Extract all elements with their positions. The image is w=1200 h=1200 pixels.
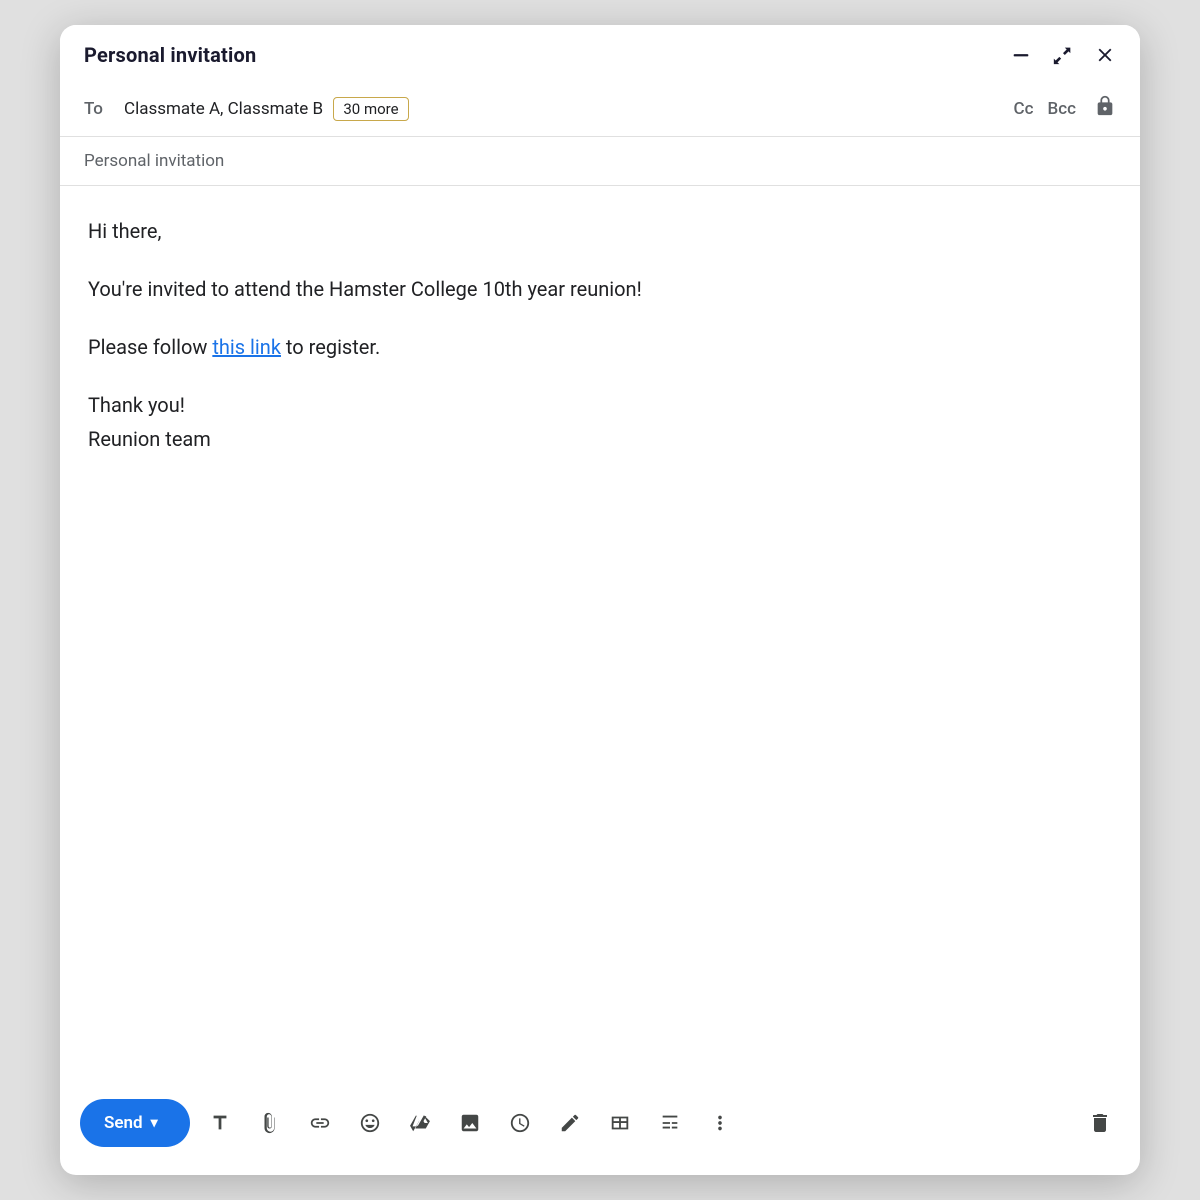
photo-button[interactable] [450, 1103, 490, 1143]
link-icon [309, 1112, 331, 1134]
send-dropdown-icon[interactable]: ▾ [151, 1115, 158, 1131]
drive-button[interactable] [400, 1103, 440, 1143]
thank-you-line: Thank you! [88, 393, 185, 417]
maximize-icon [1052, 44, 1074, 66]
bcc-button[interactable]: Bcc [1048, 99, 1076, 119]
to-label: To [84, 99, 112, 119]
cc-button[interactable]: Cc [1014, 99, 1034, 119]
more-recipients-badge[interactable]: 30 more [333, 97, 408, 121]
attach-button[interactable] [250, 1103, 290, 1143]
delete-icon [1088, 1111, 1112, 1135]
layout-icon [609, 1112, 631, 1134]
toolbar: Send ▾ [60, 1083, 1140, 1175]
to-row: To Classmate A, Classmate B 30 more Cc B… [60, 81, 1140, 137]
signature-icon [559, 1112, 581, 1134]
minimize-icon [1010, 44, 1032, 66]
discard-button[interactable] [1080, 1103, 1120, 1143]
compose-window: Personal invitation To Classm [60, 25, 1140, 1175]
link-after: to register. [281, 335, 380, 359]
format-text-button[interactable] [200, 1103, 240, 1143]
photo-icon [459, 1112, 481, 1134]
emoji-icon [359, 1112, 381, 1134]
template-icon [659, 1112, 681, 1134]
title-bar-actions [1010, 44, 1116, 66]
team-line: Reunion team [88, 427, 211, 451]
maximize-button[interactable] [1052, 44, 1074, 66]
body-area[interactable]: Hi there, You're invited to attend the H… [60, 186, 1140, 1083]
window-title: Personal invitation [84, 43, 256, 67]
format-text-icon [209, 1112, 231, 1134]
drive-icon [409, 1112, 431, 1134]
lock-icon[interactable] [1094, 95, 1116, 122]
template-button[interactable] [650, 1103, 690, 1143]
to-row-right: Cc Bcc [1014, 95, 1116, 122]
subject-row [60, 137, 1140, 186]
minimize-button[interactable] [1010, 44, 1032, 66]
schedule-send-button[interactable] [500, 1103, 540, 1143]
link-button[interactable] [300, 1103, 340, 1143]
attach-icon [259, 1112, 281, 1134]
to-recipients[interactable]: Classmate A, Classmate B 30 more [124, 99, 1002, 119]
send-label: Send [104, 1113, 143, 1133]
link-line: Please follow this link to register. [88, 330, 1112, 364]
invitation-line: You're invited to attend the Hamster Col… [88, 272, 1112, 306]
registration-link[interactable]: this link [212, 335, 281, 359]
close-button[interactable] [1094, 44, 1116, 66]
link-before: Please follow [88, 335, 212, 359]
more-options-button[interactable] [700, 1103, 740, 1143]
title-bar: Personal invitation [60, 25, 1140, 81]
layout-button[interactable] [600, 1103, 640, 1143]
subject-input[interactable] [84, 151, 1116, 171]
more-options-icon [709, 1112, 731, 1134]
greeting-line: Hi there, [88, 214, 1112, 248]
schedule-send-icon [509, 1112, 531, 1134]
emoji-button[interactable] [350, 1103, 390, 1143]
signature-button[interactable] [550, 1103, 590, 1143]
close-icon [1094, 44, 1116, 66]
closing-lines: Thank you! Reunion team [88, 388, 1112, 456]
recipients-text: Classmate A, Classmate B [124, 99, 323, 119]
send-button[interactable]: Send ▾ [80, 1099, 190, 1147]
email-body: Hi there, You're invited to attend the H… [88, 214, 1112, 456]
